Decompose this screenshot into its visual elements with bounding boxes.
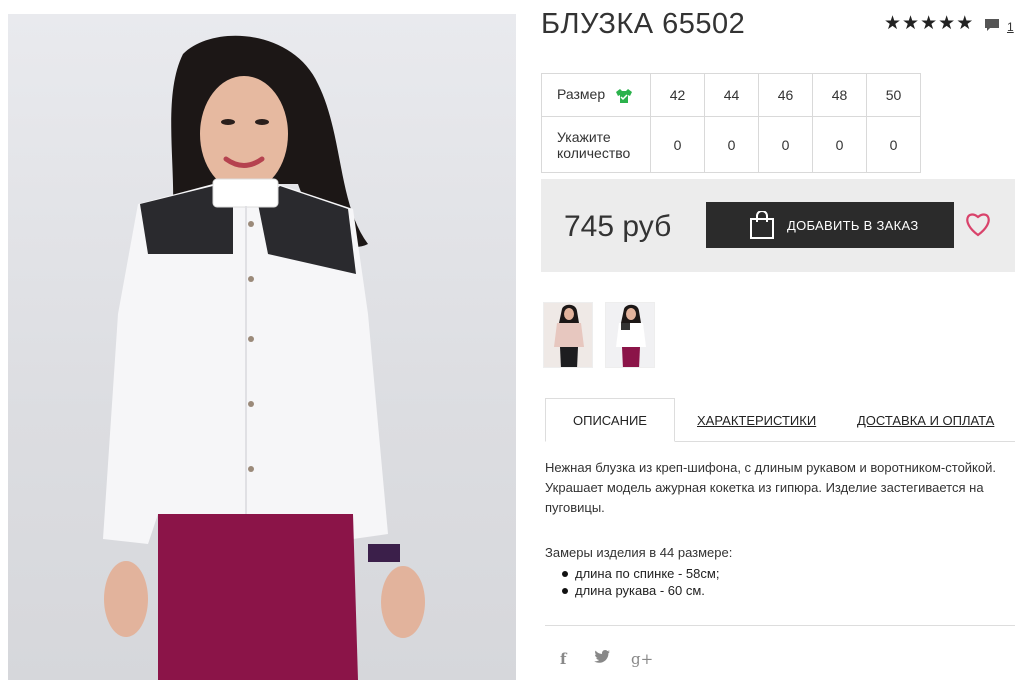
quantity-input[interactable]: 0	[704, 116, 759, 173]
list-item: длина по спинке - 58см;	[560, 565, 719, 582]
star-icon[interactable]: ★	[884, 14, 901, 33]
add-to-order-label: ДОБАВИТЬ В ЗАКАЗ	[787, 218, 919, 233]
shirt-icon[interactable]	[615, 88, 633, 104]
shopping-bag-icon	[750, 211, 774, 239]
divider	[545, 625, 1015, 626]
size-label: Размер	[557, 86, 606, 103]
facebook-icon[interactable]: f	[560, 650, 566, 668]
thumbnail-image	[554, 304, 584, 367]
comment-icon[interactable]	[984, 18, 1000, 32]
tab-delivery-payment[interactable]: ДОСТАВКА И ОПЛАТА	[857, 398, 994, 442]
size-option[interactable]: 46	[758, 73, 813, 117]
twitter-bird-shape	[594, 650, 610, 663]
comments-count-link[interactable]: 1	[1007, 20, 1014, 34]
product-title: БЛУЗКА 65502	[541, 8, 746, 40]
buy-box: 745 руб ДОБАВИТЬ В ЗАКАЗ	[541, 179, 1015, 272]
list-item: длина рукава - 60 см.	[560, 582, 719, 599]
size-table: Размер 42 44 46 48 50 Укажите количество…	[541, 73, 921, 173]
size-option[interactable]: 42	[650, 73, 705, 117]
product-rating[interactable]: ★ ★ ★ ★ ★	[884, 14, 973, 33]
measures-list: длина по спинке - 58см; длина рукава - 6…	[560, 565, 719, 599]
tab-characteristics[interactable]: ХАРАКТЕРИСТИКИ	[697, 398, 816, 442]
star-icon[interactable]: ★	[956, 14, 973, 33]
product-tabs: ОПИСАНИЕ ХАРАКТЕРИСТИКИ ДОСТАВКА И ОПЛАТ…	[545, 398, 1015, 442]
size-label-cell: Размер	[541, 73, 651, 117]
size-option[interactable]: 50	[866, 73, 921, 117]
product-main-photo[interactable]	[8, 14, 516, 680]
quantity-label: Укажите количество	[541, 116, 651, 173]
product-description: Нежная блузка из креп-шифона, с длиным р…	[545, 460, 996, 515]
google-plus-icon[interactable]: g+	[631, 650, 653, 668]
price: 745 руб	[564, 210, 672, 243]
thumbnail-image	[616, 304, 646, 367]
size-option[interactable]: 48	[812, 73, 867, 117]
product-thumbnail[interactable]	[605, 302, 655, 368]
quantity-input[interactable]: 0	[650, 116, 705, 173]
size-option[interactable]: 44	[704, 73, 759, 117]
model-illustration	[103, 35, 425, 680]
quantity-input[interactable]: 0	[758, 116, 813, 173]
star-icon[interactable]: ★	[902, 14, 919, 33]
star-icon[interactable]: ★	[920, 14, 937, 33]
quantity-input[interactable]: 0	[812, 116, 867, 173]
add-to-order-button[interactable]: ДОБАВИТЬ В ЗАКАЗ	[706, 202, 954, 248]
measures-title: Замеры изделия в 44 размере:	[545, 545, 733, 560]
star-icon[interactable]: ★	[938, 14, 955, 33]
twitter-icon[interactable]	[594, 650, 610, 667]
heart-icon[interactable]	[964, 211, 992, 237]
product-thumbnail[interactable]	[543, 302, 593, 368]
quantity-input[interactable]: 0	[866, 116, 921, 173]
tab-description[interactable]: ОПИСАНИЕ	[545, 398, 675, 442]
